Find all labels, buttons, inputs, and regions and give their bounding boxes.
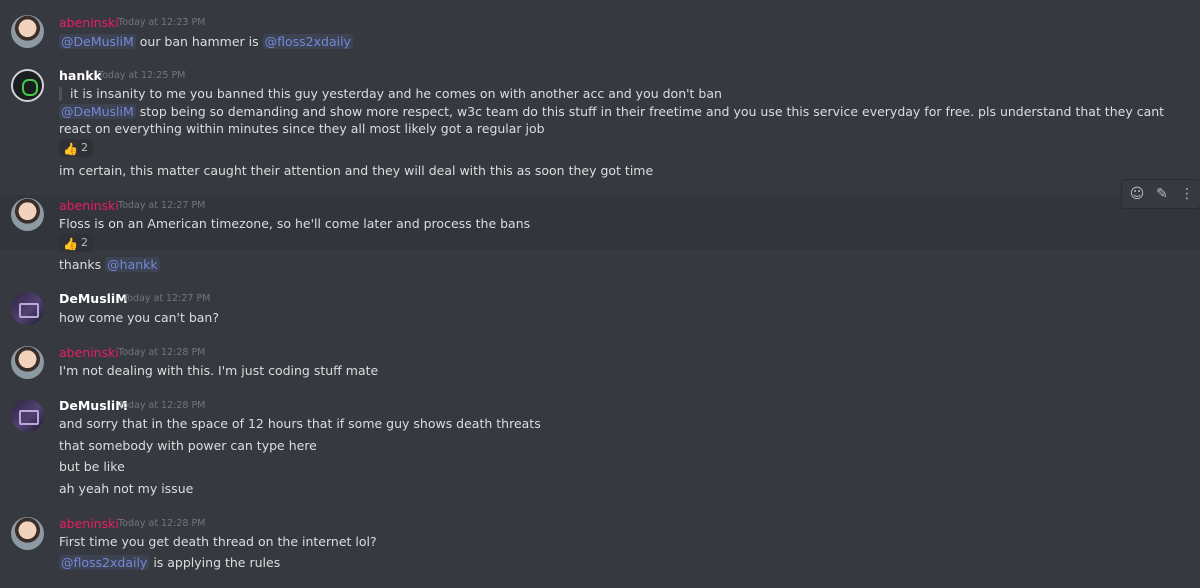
message-fragment: is applying the rules: [149, 555, 281, 570]
message-text: @DeMusliM stop being so demanding and sh…: [59, 103, 1179, 137]
message-fragment: stop being so demanding and show more re…: [59, 104, 1165, 136]
reaction-count: 2: [81, 236, 88, 249]
avatar[interactable]: [11, 517, 44, 550]
message-text: First time you get death thread on the i…: [59, 534, 377, 549]
message-line: but be like: [59, 459, 125, 474]
timestamp: Today at 12:23 PM: [118, 17, 206, 28]
author-name[interactable]: DeMusliM: [59, 291, 128, 307]
user-mention[interactable]: @DeMusliM: [59, 104, 136, 119]
reaction-thumbs-up[interactable]: 👍 2: [59, 234, 93, 252]
reaction-count: 2: [81, 141, 88, 154]
quote-bar: [59, 87, 62, 101]
message-text: how come you can't ban?: [59, 310, 219, 325]
message-line: ah yeah not my issue: [59, 481, 194, 496]
message-fragment: our ban hammer is: [135, 34, 263, 49]
message-fragment: thanks: [59, 257, 106, 272]
author-name[interactable]: abeninski: [59, 516, 119, 532]
message-line: and sorry that in the space of 12 hours …: [59, 416, 541, 431]
timestamp: Today at 12:27 PM: [118, 200, 206, 211]
message-text: @floss2xdaily is applying the rules: [59, 554, 280, 571]
avatar[interactable]: [11, 292, 44, 325]
message-text: @DeMusliM our ban hammer is @floss2xdail…: [59, 33, 353, 50]
message-text: I'm not dealing with this. I'm just codi…: [59, 363, 379, 378]
thumbs-up-icon: 👍: [63, 237, 78, 251]
message-line: that somebody with power can type here: [59, 438, 317, 453]
author-name[interactable]: abeninski: [59, 345, 119, 361]
author-name[interactable]: hankk: [59, 68, 102, 84]
timestamp: Today at 12:28 PM: [118, 347, 206, 358]
timestamp: Today at 12:28 PM: [118, 400, 206, 411]
message-text: Floss is on an American timezone, so he'…: [59, 216, 531, 231]
reaction-thumbs-up[interactable]: 👍 2: [59, 139, 93, 157]
user-mention[interactable]: @floss2xdaily: [262, 34, 353, 49]
message-text: thanks @hankk: [59, 256, 160, 273]
avatar[interactable]: [11, 15, 44, 48]
avatar[interactable]: [11, 198, 44, 231]
author-name[interactable]: abeninski: [59, 198, 119, 214]
message-toolbar: ☺ ✎ ⋮: [1121, 179, 1200, 209]
message-text: im certain, this matter caught their att…: [59, 163, 654, 178]
timestamp: Today at 12:27 PM: [123, 293, 211, 304]
quote-text: it is insanity to me you banned this guy…: [70, 86, 722, 101]
avatar[interactable]: [11, 346, 44, 379]
user-mention[interactable]: @DeMusliM: [59, 34, 136, 49]
author-name[interactable]: abeninski: [59, 15, 119, 31]
user-mention[interactable]: @hankk: [105, 257, 160, 272]
avatar[interactable]: [11, 69, 44, 102]
add-reaction-icon[interactable]: ☺: [1129, 186, 1145, 202]
timestamp: Today at 12:25 PM: [98, 70, 186, 81]
user-mention[interactable]: @floss2xdaily: [59, 555, 150, 570]
thumbs-up-icon: 👍: [63, 142, 78, 156]
edit-icon[interactable]: ✎: [1154, 186, 1170, 202]
timestamp: Today at 12:28 PM: [118, 518, 206, 529]
more-icon[interactable]: ⋮: [1179, 186, 1195, 202]
avatar[interactable]: [11, 399, 44, 432]
